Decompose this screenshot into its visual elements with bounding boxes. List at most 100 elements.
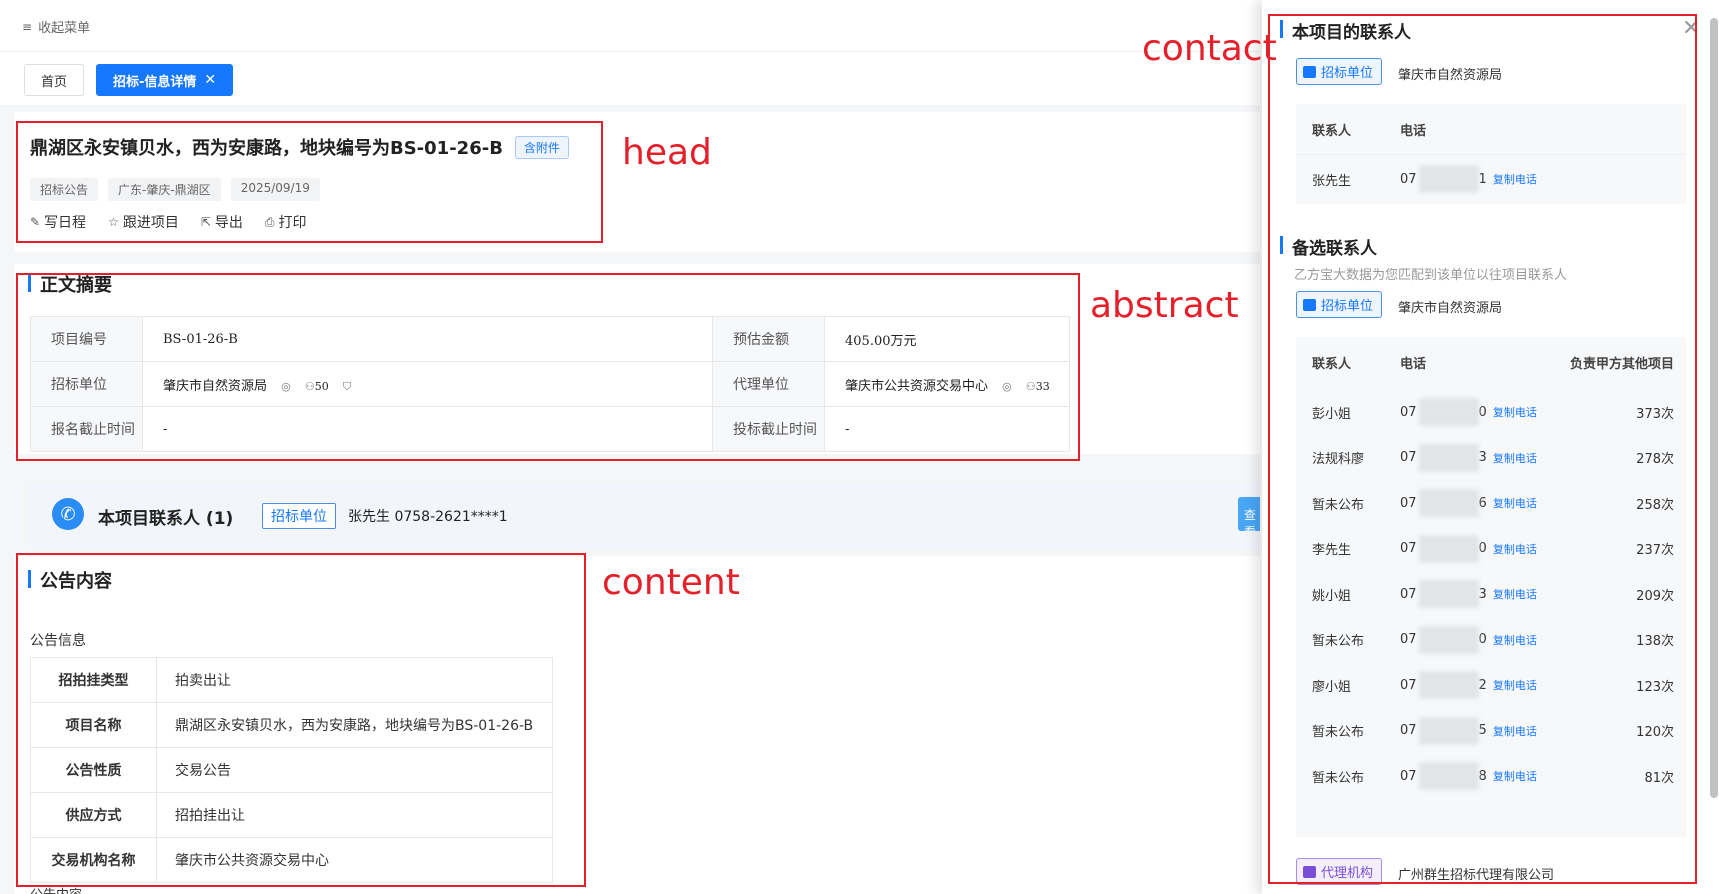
row-value: 招拍挂出让 xyxy=(156,792,553,838)
copy-phone-button[interactable]: 复制电话 xyxy=(1493,723,1537,739)
agent-unit-label: 代理单位 xyxy=(712,361,825,407)
building-icon xyxy=(1303,65,1316,78)
type-tag: 招标公告 xyxy=(30,178,99,201)
backup-contacts-title: 备选联系人 xyxy=(1280,234,1377,259)
view-contacts-button[interactable]: 查看 xyxy=(1238,497,1260,531)
contact-row: 李先生 07 0 复制电话 237次 xyxy=(1296,524,1686,574)
close-icon[interactable]: ✕ xyxy=(1682,16,1700,41)
signup-deadline-value: - xyxy=(142,406,713,452)
phone-mask xyxy=(1418,580,1479,608)
phone-mask xyxy=(1418,671,1479,699)
content-annotation-label: content xyxy=(602,562,740,603)
copy-phone-button[interactable]: 复制电话 xyxy=(1493,450,1537,466)
estimated-amount-label: 预估金额 xyxy=(712,316,825,362)
contact-row: 姚小姐 07 3 复制电话 209次 xyxy=(1296,569,1686,619)
project-count: 258次 xyxy=(1636,497,1674,513)
contact-phone: 07 5 复制电话 xyxy=(1400,716,1537,745)
table-row: 招标单位 肇庆市自然资源局 ◎ ⚇50 ⛉ 代理单位 肇庆市公共资源交易中心 ◎… xyxy=(30,361,1070,407)
phone-prefix: 07 xyxy=(1400,632,1417,647)
star-icon: ☆ xyxy=(108,215,119,229)
drawer-scrollbar[interactable] xyxy=(1710,18,1718,798)
phone-mask xyxy=(1418,489,1479,517)
contact-name: 彭小姐 xyxy=(1312,406,1352,422)
table-row: 供应方式 招拍挂出让 xyxy=(30,792,553,838)
tender-unit-label: 招标单位 xyxy=(30,361,143,407)
abstract-table: 项目编号 BS-01-26-B 预估金额 405.00万元 招标单位 肇庆市自然… xyxy=(30,316,1070,452)
agency-tag-label: 代理机构 xyxy=(1321,866,1374,881)
phone-icon: ✆ xyxy=(52,498,84,530)
follow-project-button[interactable]: ☆ 跟进项目 xyxy=(108,212,179,232)
collapse-menu-label: 收起菜单 xyxy=(38,21,91,36)
contact-name: 暂未公布 xyxy=(1312,634,1365,649)
tab-detail[interactable]: 招标-信息详情 ✕ xyxy=(96,64,234,96)
print-button[interactable]: ⎙ 打印 xyxy=(265,212,307,232)
phone-suffix: 8 xyxy=(1478,768,1487,784)
unit-tag-label: 招标单位 xyxy=(1321,66,1374,81)
phone-mask xyxy=(1418,762,1479,790)
copy-phone-button[interactable]: 复制电话 xyxy=(1493,404,1537,420)
bid-deadline-label: 投标截止时间 xyxy=(712,406,825,452)
agent-unit-value: 肇庆市公共资源交易中心 ◎ ⚇33 xyxy=(824,361,1070,407)
contact-phone: 07 0 复制电话 xyxy=(1400,534,1537,563)
copy-phone-button[interactable]: 复制电话 xyxy=(1493,677,1537,693)
export-label: 导出 xyxy=(214,215,243,231)
region-tag: 广东-肇庆-鼎湖区 xyxy=(108,178,221,201)
shield-icon[interactable]: ⛉ xyxy=(343,380,351,393)
content-table: 招拍挂类型 拍卖出让 项目名称 鼎湖区永安镇贝水，西为安康路，地块编号为BS-01-… xyxy=(30,657,553,883)
contact-name: 法规科廖 xyxy=(1312,452,1365,467)
location-icon[interactable]: ◎ xyxy=(281,380,291,393)
collapse-menu-button[interactable]: ≡ 收起菜单 xyxy=(22,17,91,37)
phone-mask xyxy=(1418,716,1479,745)
copy-phone-button[interactable]: 复制电话 xyxy=(1493,586,1537,602)
phone-prefix: 07 xyxy=(1400,723,1417,738)
tender-unit-value: 肇庆市自然资源局 ◎ ⚇50 ⛉ xyxy=(142,361,713,407)
col-phone: 电话 xyxy=(1400,123,1427,139)
contact-row: 法规科廖 07 3 复制电话 278次 xyxy=(1296,433,1686,483)
head-tags: 招标公告 广东-肇庆-鼎湖区 2025/09/19 xyxy=(30,178,320,201)
unit-tag-label: 招标单位 xyxy=(1321,299,1374,314)
table-row: 报名截止时间 - 投标截止时间 - xyxy=(30,406,1070,452)
col-phone: 电话 xyxy=(1400,356,1427,372)
table-row: 招拍挂类型 拍卖出让 xyxy=(30,657,553,703)
phone-mask xyxy=(1418,165,1479,193)
write-schedule-button[interactable]: ✎ 写日程 xyxy=(30,212,86,232)
people-icon: ⚇ xyxy=(304,379,315,393)
table-row: 项目编号 BS-01-26-B 预估金额 405.00万元 xyxy=(30,316,1070,362)
backup-contacts-table: 联系人 电话 负责甲方其他项目 彭小姐 07 0 复制电话 373次 法规科廖 07 3 复制电… xyxy=(1296,337,1686,837)
building-icon xyxy=(1303,298,1316,311)
contact-annotation-label: contact xyxy=(1142,28,1277,69)
tender-unit-tag: 招标单位 xyxy=(262,503,336,529)
agent-unit-name[interactable]: 肇庆市公共资源交易中心 xyxy=(845,378,988,393)
location-icon[interactable]: ◎ xyxy=(1002,380,1012,393)
contact-phone: 07 0 复制电话 xyxy=(1400,625,1537,654)
copy-phone-button[interactable]: 复制电话 xyxy=(1493,171,1537,187)
export-icon: ⇱ xyxy=(200,215,211,229)
row-label: 项目名称 xyxy=(30,702,157,748)
copy-phone-button[interactable]: 复制电话 xyxy=(1493,541,1537,557)
tab-home[interactable]: 首页 xyxy=(24,64,85,96)
row-label: 招拍挂类型 xyxy=(30,657,157,703)
col-name: 联系人 xyxy=(1312,356,1352,372)
close-icon[interactable]: ✕ xyxy=(204,72,216,88)
table-header: 联系人 电话 xyxy=(1296,104,1686,154)
project-no-value: BS-01-26-B xyxy=(142,316,713,362)
table-row: 交易机构名称 肇庆市公共资源交易中心 xyxy=(30,837,553,883)
row-label: 供应方式 xyxy=(30,792,157,838)
export-button[interactable]: ⇱ 导出 xyxy=(201,212,243,232)
follow-project-label: 跟进项目 xyxy=(122,215,179,231)
phone-suffix: 0 xyxy=(1478,541,1487,556)
signup-deadline-label: 报名截止时间 xyxy=(30,406,143,452)
write-schedule-label: 写日程 xyxy=(44,215,87,231)
phone-suffix: 1 xyxy=(1478,171,1487,187)
table-row: 公告性质 交易公告 xyxy=(30,747,553,793)
contact-phone: 07 3 复制电话 xyxy=(1400,443,1537,472)
tender-unit-name[interactable]: 肇庆市自然资源局 xyxy=(163,378,267,393)
tender-unit-tag: 招标单位 xyxy=(1296,291,1383,318)
copy-phone-button[interactable]: 复制电话 xyxy=(1493,632,1537,648)
contact-row: 暂未公布 07 8 复制电话 81次 xyxy=(1296,751,1686,801)
project-contacts-title: 本项目的联系人 xyxy=(1280,18,1411,43)
copy-phone-button[interactable]: 复制电话 xyxy=(1493,768,1537,784)
copy-phone-button[interactable]: 复制电话 xyxy=(1493,495,1537,511)
bid-deadline-value: - xyxy=(824,406,1070,452)
phone-mask xyxy=(1418,443,1479,472)
